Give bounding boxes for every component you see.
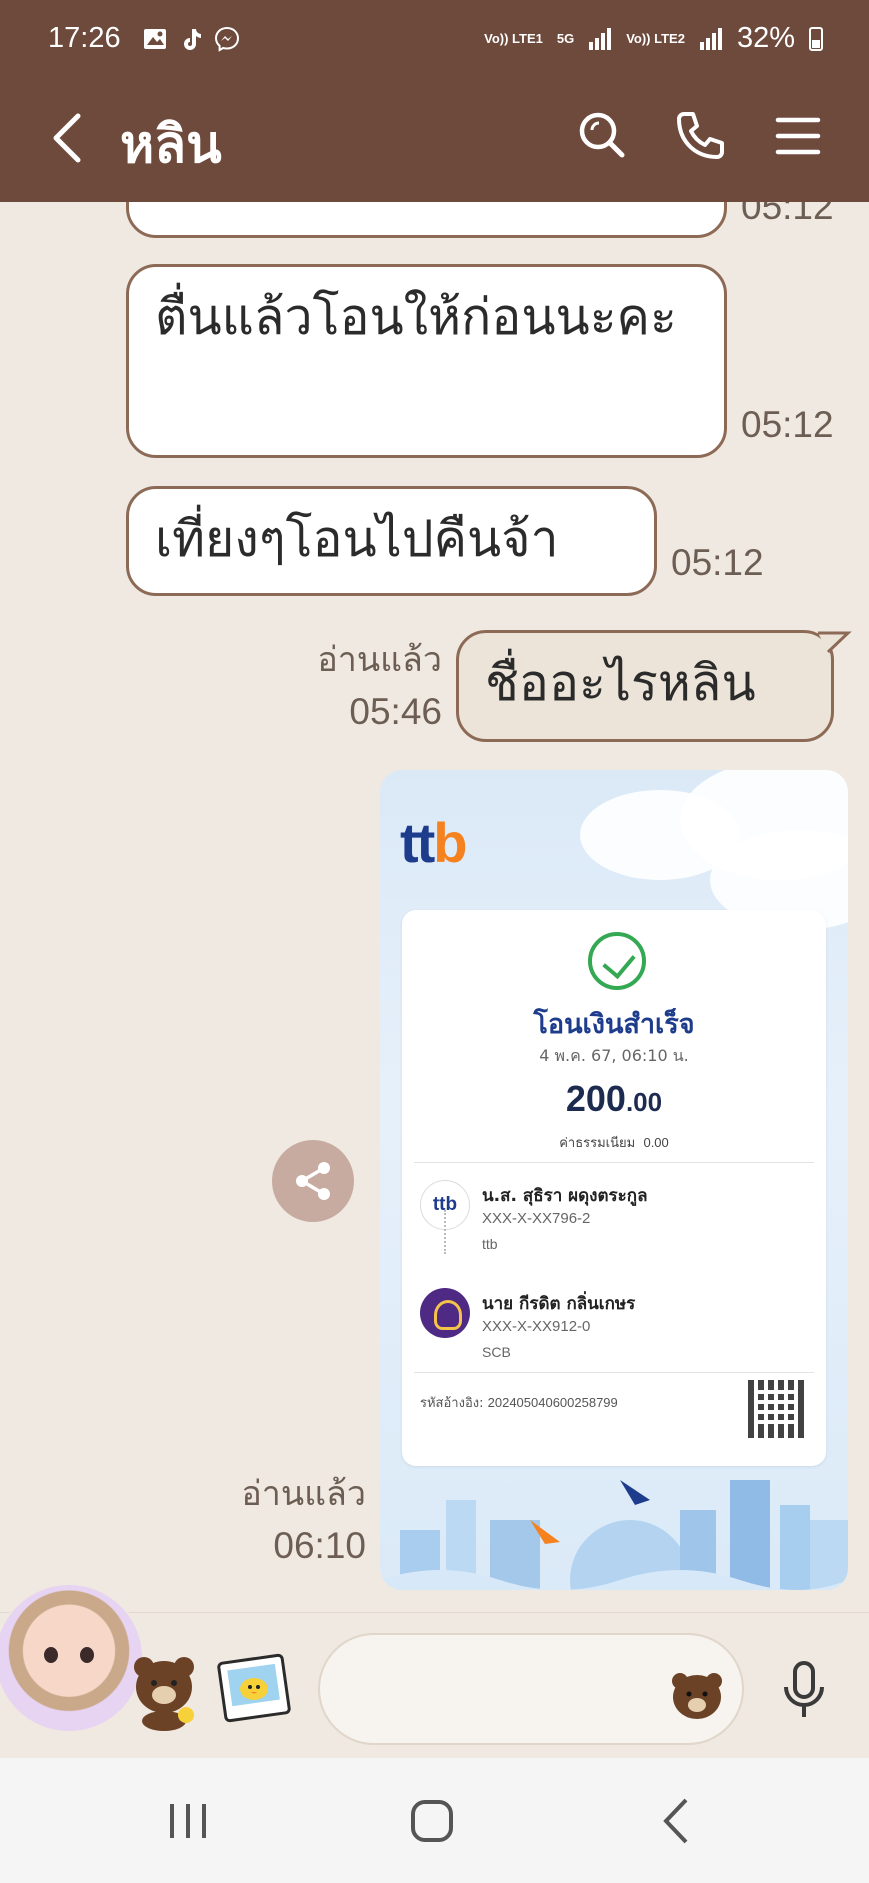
read-label: อ่านแล้ว [241,1474,366,1514]
transfer-slip-image[interactable]: ttb โอนเงินสำเร็จ 4 พ.ค. 67, 06:10 น. 20… [380,770,848,1590]
status-right: Vo)) LTE1 5G Vo)) LTE2 32% [484,22,823,55]
home-icon [411,1800,453,1842]
menu-button[interactable] [768,106,828,166]
battery-icon [809,26,823,51]
chevron-left-icon [53,113,81,163]
emoji-button[interactable] [668,1669,726,1721]
receiver-name: นาย กีรดิต กลิ่นเกษร [482,1294,636,1314]
back-button[interactable] [44,108,94,168]
system-nav-bar [0,1758,869,1883]
bear-emoji-icon [672,1673,722,1719]
divider [414,1372,814,1373]
avatar-eye [80,1647,94,1663]
input-bar [0,1583,869,1758]
ref-value: 2024050406002587​99 [487,1395,618,1410]
bubble-tail [818,631,852,654]
home-button[interactable] [402,1794,462,1848]
city-skyline [380,1480,848,1590]
recent-apps-icon [170,1804,206,1838]
receiver-account: XXX-X-XX912-0 [482,1318,591,1335]
top-bar: 17:26 Vo)) LTE1 5G Vo)) LTE2 32% หลิน [0,0,869,202]
read-label: อ่านแล้ว [317,640,442,680]
phone-icon [677,112,724,159]
slip-fee: ค่าธรรมเนียม 0.00 [402,1132,826,1153]
message-time: 05:12 [671,542,764,583]
status-time: 17:26 [48,22,121,54]
status-bar: 17:26 Vo)) LTE1 5G Vo)) LTE2 32% [0,0,869,84]
lte2-indicator: Vo)) LTE2 [626,31,685,46]
share-icon [296,1162,330,1200]
back-arrow-icon [663,1798,688,1844]
photo-button[interactable] [216,1653,292,1725]
call-button[interactable] [670,106,730,166]
message-time: 05:46 [349,691,442,732]
photo-icon [217,1653,291,1723]
user-avatar[interactable] [0,1583,144,1733]
reference: รหัสอ้างอิง: 2024050406002587​99 [420,1392,618,1413]
ref-label: รหัสอ้างอิง: [420,1396,484,1411]
fee-label: ค่าธรรมเนียม [559,1136,636,1151]
search-button[interactable] [572,106,632,166]
transfer-connector [444,1210,446,1254]
battery-percent: 32% [736,22,795,54]
fee-value: 0.00 [643,1135,669,1150]
brown-bear-sticker-icon [134,1657,194,1731]
avatar-eye [44,1647,58,1663]
slip-card: โอนเงินสำเร็จ 4 พ.ค. 67, 06:10 น. 200.00… [402,910,826,1466]
share-button[interactable] [272,1140,354,1222]
search-icon [579,112,625,158]
receiver-bank: SCB [482,1344,511,1360]
sender-name: น.ส. สุธิรา ผดุงตระกูล [482,1186,648,1206]
message-bubble-partial[interactable] [126,202,727,238]
sticker-button[interactable] [128,1649,200,1731]
lte1-indicator: Vo)) LTE1 [484,31,543,46]
qr-code [748,1380,806,1438]
amount-decimal: .00 [625,1087,663,1117]
ttb-logo: ttb [400,811,468,874]
chat-header: หลิน [0,84,869,202]
slip-amount: 200.00 [402,1078,826,1120]
microphone-icon [784,1661,824,1717]
slip-title: โอนเงินสำเร็จ [533,1009,695,1040]
success-check-icon [588,932,646,990]
sender-account: XXX-X-XX796-2 [482,1210,591,1227]
tiktok-icon [178,26,204,52]
message-time: 05:12 [741,404,834,445]
menu-icon [775,117,821,155]
back-nav-button[interactable] [648,1794,708,1848]
signal-icon-2 [699,27,722,50]
read-receipt: อ่านแล้ว 05:46 [270,634,442,738]
message-bubble[interactable]: เที่ยงๆโอนไปคืนจ้า [126,486,657,596]
amount-integer: 200 [565,1078,626,1119]
divider [414,1162,814,1163]
slip-date: 4 พ.ค. 67, 06:10 น. [539,1046,689,1065]
notification-icons [142,26,240,52]
message-bubble[interactable]: ตื่นแล้วโอนให้ก่อนนะคะ [126,264,727,458]
sender-bank: ttb [482,1236,498,1252]
message-time: 06:10 [273,1525,366,1566]
scb-bank-icon [420,1288,470,1338]
voice-button[interactable] [778,1659,830,1723]
message-time: 05:12 [741,202,834,227]
signal-icon [589,27,612,50]
messenger-icon [214,26,240,52]
chat-title[interactable]: หลิน [120,102,222,185]
recent-apps-button[interactable] [158,1794,218,1848]
gallery-icon [142,26,168,52]
5g-indicator: 5G [556,31,575,46]
read-receipt: อ่านแล้ว 06:10 [190,1468,366,1572]
chat-area[interactable]: 05:12 ตื่นแล้วโอนให้ก่อนนะคะ 05:12 เที่ย… [0,202,869,1612]
my-message-bubble[interactable]: ชื่ออะไรหลิน [456,630,834,742]
